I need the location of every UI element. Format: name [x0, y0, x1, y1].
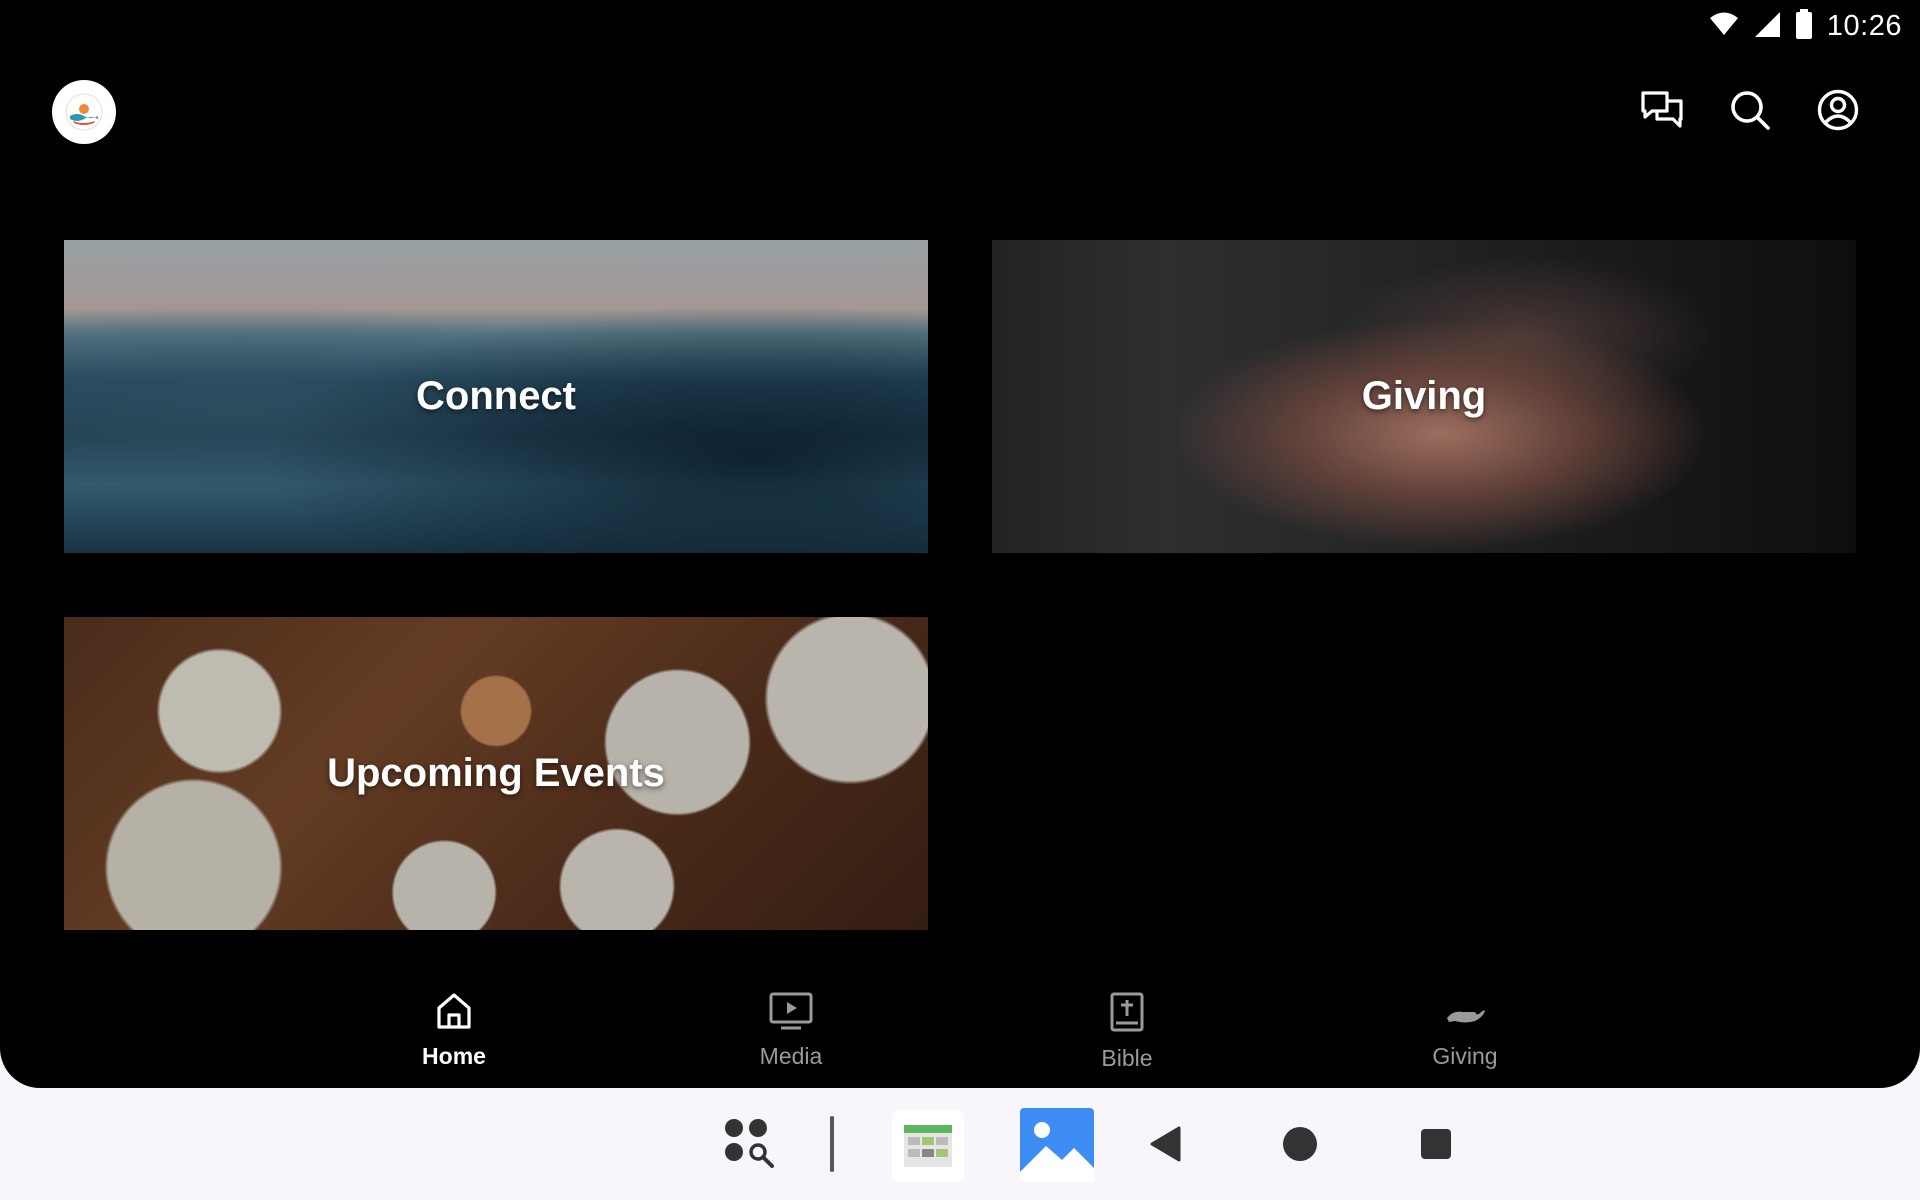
nav-label-bible: Bible	[1101, 1045, 1153, 1071]
search-icon[interactable]	[1728, 88, 1772, 132]
upcoming-events-card-label: Upcoming Events	[327, 751, 665, 795]
app-drawer-search-icon[interactable]	[720, 1114, 780, 1174]
chat-icon[interactable]	[1640, 88, 1684, 132]
nav-item-home[interactable]: Home	[374, 992, 534, 1070]
system-taskbar	[0, 1088, 1920, 1200]
nav-label-media: Media	[759, 1043, 823, 1069]
taskbar-divider	[830, 1116, 834, 1172]
recents-square-icon[interactable]	[1416, 1124, 1456, 1164]
connect-card[interactable]: Connect	[64, 240, 928, 553]
connect-card-label: Connect	[416, 374, 576, 418]
nav-item-giving[interactable]: Giving	[1385, 992, 1545, 1070]
home-circle-icon[interactable]	[1280, 1124, 1320, 1164]
nav-label-giving: Giving	[1432, 1043, 1498, 1069]
app-window: 10:26 Connect Giving Upcoming Events Hom…	[0, 0, 1920, 1088]
giving-card-label: Giving	[1361, 374, 1487, 418]
bible-icon	[1110, 992, 1144, 1037]
status-time: 10:26	[1826, 9, 1902, 42]
giving-card[interactable]: Giving	[992, 240, 1856, 553]
nav-label-home: Home	[422, 1043, 486, 1069]
home-icon	[435, 992, 473, 1035]
calendar-app-icon[interactable]	[892, 1110, 964, 1182]
battery-icon	[1795, 8, 1813, 44]
wifi-icon	[1709, 11, 1739, 42]
status-bar: 10:26	[1709, 6, 1902, 46]
nav-item-media[interactable]: Media	[711, 992, 871, 1070]
giving-hand-icon	[1443, 992, 1487, 1035]
upcoming-events-card[interactable]: Upcoming Events	[64, 617, 928, 930]
nav-item-bible[interactable]: Bible	[1047, 992, 1207, 1072]
church-logo[interactable]	[52, 80, 116, 144]
cell-signal-icon	[1753, 10, 1781, 43]
account-icon[interactable]	[1816, 88, 1860, 132]
gallery-app-icon[interactable]	[1020, 1108, 1094, 1182]
header-actions	[1640, 88, 1860, 132]
media-icon	[769, 992, 813, 1035]
bottom-navigation: Home Media Bible Giving	[0, 980, 1920, 1088]
back-icon[interactable]	[1146, 1124, 1186, 1164]
